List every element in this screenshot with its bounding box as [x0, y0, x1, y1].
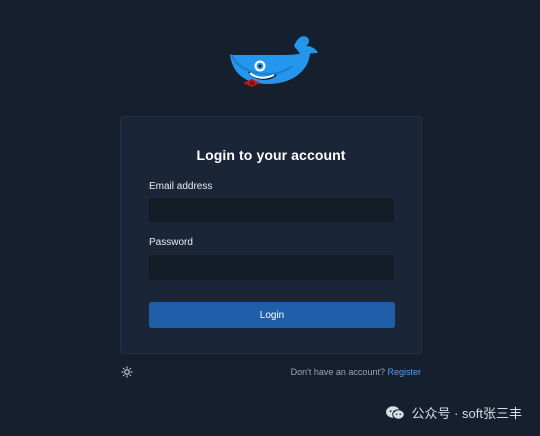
- login-page: Login to your account Email address Pass…: [0, 0, 540, 436]
- login-button[interactable]: Login: [149, 302, 395, 328]
- wechat-icon: [386, 405, 406, 420]
- email-field[interactable]: [149, 198, 394, 223]
- signup-row: Don't have an account? Register: [291, 367, 421, 377]
- password-label: Password: [149, 237, 193, 248]
- signup-prompt: Don't have an account?: [290, 367, 385, 377]
- sun-icon[interactable]: [121, 366, 133, 378]
- email-label: Email address: [149, 181, 213, 192]
- password-field[interactable]: [149, 255, 394, 280]
- page-title: Login to your account: [196, 147, 346, 163]
- docker-whale-icon: [230, 36, 318, 87]
- watermark: 公众号 · soft张三丰: [385, 403, 522, 422]
- watermark-text: 公众号 · soft张三丰: [411, 406, 522, 421]
- login-card: Login to your account Email address Pass…: [120, 116, 422, 354]
- register-link[interactable]: Register: [387, 367, 421, 377]
